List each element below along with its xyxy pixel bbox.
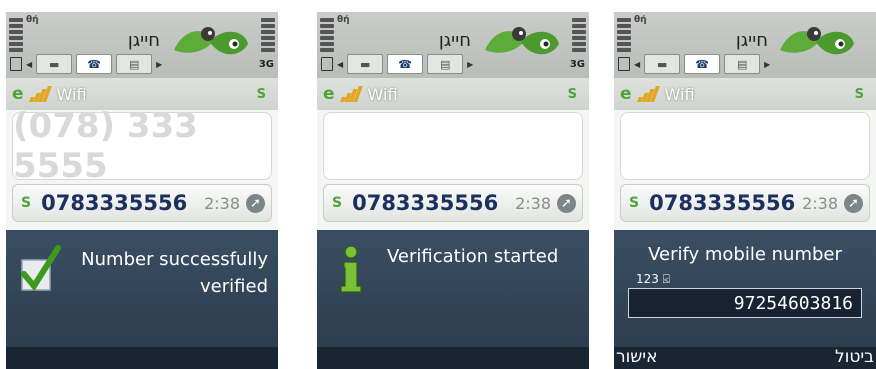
wifi-strength-icon xyxy=(339,86,363,102)
chat-icon: ▬ xyxy=(48,57,60,71)
dialog-message: Verification started xyxy=(387,246,559,267)
phone-screen-2: θή חייגן ◀ ▬ ☎ ▤ ▶ 3G e Wifi S S 0783335… xyxy=(317,12,589,369)
wifi-strength-icon xyxy=(28,86,52,102)
confirm-softkey[interactable]: אישור xyxy=(616,347,657,367)
wifi-strength-icon xyxy=(636,86,660,102)
skype-status-icon: S xyxy=(567,86,577,102)
battery-icon xyxy=(572,18,586,52)
phone-icon: ☎ xyxy=(87,57,101,71)
phone-screen-3: θή חייגן ◀ ▬ ☎ ▤ ▶ e Wifi S S 0783335556… xyxy=(614,12,876,369)
tab-left-arrow-icon[interactable]: ◀ xyxy=(26,60,32,69)
connection-label: Wifi xyxy=(367,84,398,104)
tab-right-arrow-icon[interactable]: ▶ xyxy=(156,60,162,69)
edge-icon: e xyxy=(12,84,24,104)
skype-status-icon: S xyxy=(256,86,266,102)
network-type: 3G xyxy=(569,58,585,70)
recent-call-number: 0783335556 xyxy=(649,191,796,215)
dialog-message-line2: verified xyxy=(200,276,268,297)
recent-call-time: 2:38 xyxy=(802,193,838,213)
skype-icon: S xyxy=(332,195,343,211)
input-mode-indicator: 123 ⍃ xyxy=(636,272,670,286)
dial-display[interactable] xyxy=(323,112,583,180)
cancel-softkey[interactable]: ביטול xyxy=(835,347,874,367)
dial-display[interactable] xyxy=(620,112,870,180)
app-name: חייגן xyxy=(127,30,160,51)
status-bar: θή חייגן ◀ ▬ ☎ ▤ ▶ 3G xyxy=(317,12,589,78)
phone-icon: ☎ xyxy=(695,57,709,71)
verify-dialog: Verify mobile number 123 ⍃ 97254603816 א… xyxy=(614,230,876,369)
phone-icon: ☎ xyxy=(398,57,412,71)
tab-contacts[interactable]: ▤ xyxy=(724,54,761,74)
edge-icon: e xyxy=(323,84,335,104)
recent-call-row[interactable]: S 0783335556 2:38 ➚ xyxy=(620,184,870,222)
dialog-message: Number successfully verified xyxy=(70,246,268,300)
mobile-number-input[interactable]: 97254603816 xyxy=(628,288,862,318)
tab-calls[interactable]: ☎ xyxy=(76,54,113,74)
dialog-message-line1: Number successfully xyxy=(81,249,268,270)
recent-call-number: 0783335556 xyxy=(41,191,188,215)
call-arrow-icon[interactable]: ➚ xyxy=(557,193,576,213)
tab-chat[interactable]: ▬ xyxy=(644,54,681,74)
tab-left-arrow-icon[interactable]: ◀ xyxy=(337,60,343,69)
chat-icon: ▬ xyxy=(656,57,668,71)
network-mark: θή xyxy=(634,15,647,25)
edge-icon: e xyxy=(620,84,632,104)
checkmark-icon xyxy=(21,245,61,292)
nav-tabs: ◀ ▬ ☎ ▤ ▶ 3G xyxy=(10,54,274,74)
status-bar: θή חייגן ◀ ▬ ☎ ▤ ▶ xyxy=(614,12,876,78)
softkey-bar xyxy=(317,347,589,369)
recent-call-time: 2:38 xyxy=(204,193,240,213)
tab-contacts[interactable]: ▤ xyxy=(116,54,153,74)
app-name: חייגן xyxy=(438,30,471,51)
memory-icon xyxy=(10,57,22,71)
connection-bar: e Wifi S xyxy=(317,78,589,110)
nav-tabs: ◀ ▬ ☎ ▤ ▶ xyxy=(618,54,872,74)
call-arrow-icon[interactable]: ➚ xyxy=(844,193,863,213)
network-mark: θή xyxy=(337,15,350,25)
dial-display[interactable]: (078) 333 5555 xyxy=(12,106,272,186)
tab-calls[interactable]: ☎ xyxy=(684,54,721,74)
call-arrow-icon[interactable]: ➚ xyxy=(246,193,265,213)
memory-icon xyxy=(321,57,333,71)
skype-status-icon: S xyxy=(854,86,864,102)
contacts-icon: ▤ xyxy=(439,57,451,71)
tab-contacts[interactable]: ▤ xyxy=(427,54,464,74)
app-name: חייגן xyxy=(735,30,768,51)
dialog-title: Verify mobile number xyxy=(648,244,842,265)
recent-call-row[interactable]: S 0783335556 2:38 ➚ xyxy=(12,184,272,222)
notification-dialog: Verification started xyxy=(317,230,589,369)
info-icon xyxy=(340,245,362,293)
skype-icon: S xyxy=(21,195,32,211)
signal-strength-icon xyxy=(617,18,631,52)
signal-strength-icon xyxy=(320,18,334,52)
chat-icon: ▬ xyxy=(359,57,371,71)
tab-chat[interactable]: ▬ xyxy=(36,54,73,74)
recent-call-number: 0783335556 xyxy=(352,191,499,215)
tab-calls[interactable]: ☎ xyxy=(387,54,424,74)
contacts-icon: ▤ xyxy=(736,57,748,71)
recent-call-time: 2:38 xyxy=(515,193,551,213)
softkey-bar xyxy=(6,347,278,369)
battery-icon xyxy=(261,18,275,52)
skype-icon: S xyxy=(629,195,640,211)
memory-icon xyxy=(618,57,630,71)
tab-left-arrow-icon[interactable]: ◀ xyxy=(634,60,640,69)
notification-dialog: Number successfully verified xyxy=(6,230,278,369)
connection-label: Wifi xyxy=(664,84,695,104)
nav-tabs: ◀ ▬ ☎ ▤ ▶ 3G xyxy=(321,54,585,74)
network-mark: θή xyxy=(26,15,39,25)
recent-call-row[interactable]: S 0783335556 2:38 ➚ xyxy=(323,184,583,222)
status-bar: θή חייגן ◀ ▬ ☎ ▤ ▶ 3G xyxy=(6,12,278,78)
tab-right-arrow-icon[interactable]: ▶ xyxy=(764,60,770,69)
tab-chat[interactable]: ▬ xyxy=(347,54,384,74)
softkey-bar: אישור ביטול xyxy=(614,347,876,369)
connection-label: Wifi xyxy=(56,84,87,104)
tab-right-arrow-icon[interactable]: ▶ xyxy=(467,60,473,69)
contacts-icon: ▤ xyxy=(128,57,140,71)
signal-strength-icon xyxy=(9,18,23,52)
connection-bar: e Wifi S xyxy=(614,78,876,110)
phone-screen-1: θή חייגן ◀ ▬ ☎ ▤ ▶ 3G e Wifi S (078) 333… xyxy=(6,12,278,369)
network-type: 3G xyxy=(258,58,274,70)
